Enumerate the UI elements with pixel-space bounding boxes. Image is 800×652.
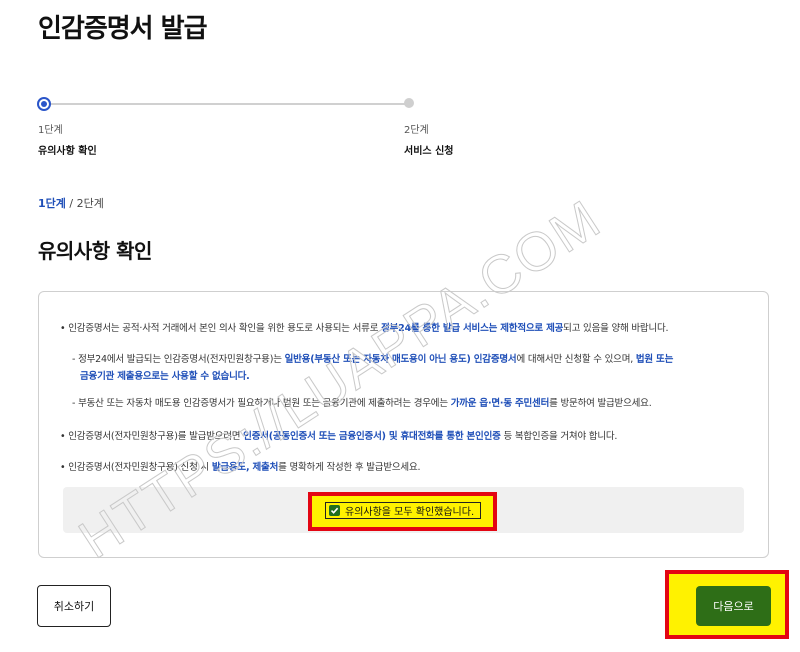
bullet-icon: • bbox=[60, 431, 69, 442]
page-title: 인감증명서 발급 bbox=[38, 14, 207, 44]
notice-text: 정부24에서 발급되는 인감증명서(전자민원창구용)는 bbox=[78, 354, 285, 365]
notice-text: 를 방문하여 발급받으세요. bbox=[549, 398, 652, 409]
cancel-button[interactable]: 취소하기 bbox=[37, 585, 111, 627]
notice-text: 인감증명서는 공적·사적 거래에서 본인 의사 확인을 위한 용도로 사용되는 … bbox=[68, 323, 382, 334]
notice-highlight: 일반용(부동산 또는 자동차 매도용이 아닌 용도) 인감증명서 bbox=[284, 354, 517, 365]
step-1-name: 유의사항 확인 bbox=[38, 146, 97, 157]
bullet-icon: • bbox=[60, 323, 69, 334]
notice-item: • 인감증명서(전자민원창구용) 신청 시 발급용도, 제출처를 명확하게 작성… bbox=[60, 459, 421, 473]
notice-text: 를 명확하게 작성한 후 발급받으세요. bbox=[278, 462, 421, 473]
notice-item: • 인감증명서(전자민원창구용)를 발급받으려면 인증서(공동인증서 또는 금융… bbox=[60, 428, 617, 442]
breadcrumb-current: 1단계 bbox=[38, 197, 66, 210]
notice-text: 부동산 또는 자동차 매도용 인감증명서가 필요하거나 법원 또는 금융기관에 … bbox=[78, 398, 451, 409]
breadcrumb-separator: / bbox=[65, 197, 77, 210]
notice-highlight: 법원 또는 bbox=[635, 354, 674, 365]
notice-text: 인감증명서(전자민원창구용)를 발급받으려면 bbox=[68, 431, 244, 442]
notice-text: 등 복합인증을 거쳐야 합니다. bbox=[500, 431, 618, 442]
notice-highlight: 발급용도, 제출처 bbox=[211, 462, 279, 473]
notice-item: • 인감증명서는 공적·사적 거래에서 본인 의사 확인을 위한 용도로 사용되… bbox=[60, 320, 669, 334]
notice-text: 되고 있음을 양해 바랍니다. bbox=[563, 323, 669, 334]
notice-highlight: 가까운 읍·면·동 주민센터 bbox=[450, 398, 550, 409]
checkmark-icon[interactable] bbox=[329, 505, 340, 516]
confirm-checkbox[interactable]: 유의사항을 모두 확인했습니다. bbox=[325, 502, 481, 519]
notice-subitem-continued: 금융기관 제출용으로는 사용할 수 없습니다. bbox=[80, 368, 250, 382]
notice-highlight: 금융기관 제출용으로는 사용할 수 없습니다. bbox=[80, 371, 250, 382]
notice-subitem: - 부동산 또는 자동차 매도용 인감증명서가 필요하거나 법원 또는 금융기관… bbox=[72, 395, 652, 409]
section-title: 유의사항 확인 bbox=[38, 239, 152, 263]
stepper-line bbox=[43, 103, 409, 105]
confirm-checkbox-label: 유의사항을 모두 확인했습니다. bbox=[345, 507, 475, 518]
notice-text: 인감증명서(전자민원창구용) 신청 시 bbox=[68, 462, 212, 473]
next-button[interactable]: 다음으로 bbox=[696, 586, 771, 626]
notice-subitem: - 정부24에서 발급되는 인감증명서(전자민원창구용)는 일반용(부동산 또는… bbox=[72, 351, 673, 365]
step-2-indicator bbox=[404, 98, 414, 108]
notice-highlight: 인증서(공동인증서 또는 금융인증서) 및 휴대전화를 통한 본인인증 bbox=[243, 431, 501, 442]
step-2-name: 서비스 신청 bbox=[404, 146, 454, 157]
step-1-indicator bbox=[37, 97, 51, 111]
step-2-number: 2단계 bbox=[404, 125, 429, 136]
notice-highlight: 정부24를 통한 발급 서비스는 제한적으로 제공 bbox=[381, 323, 564, 334]
notice-text: 에 대해서만 신청할 수 있으며, bbox=[516, 354, 636, 365]
step-1-number: 1단계 bbox=[38, 125, 63, 136]
breadcrumb-next: 2단계 bbox=[76, 197, 104, 210]
bullet-icon: • bbox=[60, 462, 69, 473]
breadcrumb: 1단계 / 2단계 bbox=[38, 195, 104, 211]
